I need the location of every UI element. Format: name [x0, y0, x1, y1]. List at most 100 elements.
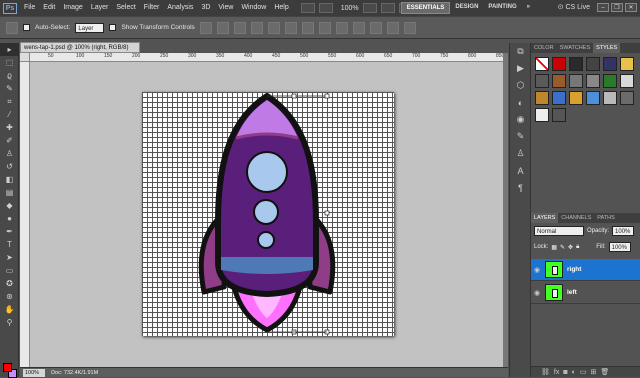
style-swatch[interactable] [535, 108, 549, 122]
cs-live-button[interactable]: ⊙ CS Live [558, 3, 590, 11]
distribute-left-icon[interactable] [352, 21, 365, 34]
menu-layer[interactable]: Layer [87, 0, 113, 16]
style-swatch[interactable] [620, 57, 634, 71]
dodge-tool-icon[interactable]: ● [0, 212, 19, 225]
style-swatch[interactable] [569, 91, 583, 105]
brush-tool-icon[interactable]: ✐ [0, 134, 19, 147]
canvas[interactable] [142, 92, 394, 336]
auto-select-checkbox[interactable] [23, 24, 30, 31]
pen-tool-icon[interactable]: ✒ [0, 225, 19, 238]
distribute-top-icon[interactable] [301, 21, 314, 34]
menu-view[interactable]: View [214, 0, 237, 16]
menu-edit[interactable]: Edit [39, 0, 59, 16]
move-tool-preset-icon[interactable] [6, 21, 18, 34]
align-center-icon[interactable] [267, 21, 280, 34]
distribute-bottom-icon[interactable] [335, 21, 348, 34]
history-panel-icon[interactable]: ⧉ [510, 43, 531, 60]
crop-tool-icon[interactable]: ⌗ [0, 95, 19, 108]
adjustment-layer-icon[interactable]: ◐ [572, 369, 576, 376]
layer-row-right[interactable]: ◉ right [531, 259, 640, 281]
menu-window[interactable]: Window [237, 0, 270, 16]
style-none[interactable] [535, 57, 549, 71]
eraser-tool-icon[interactable]: ◧ [0, 173, 19, 186]
menu-file[interactable]: File [20, 0, 39, 16]
style-swatch[interactable] [552, 74, 566, 88]
lock-all-icon[interactable]: 🔒︎ [576, 244, 579, 251]
workspace-painting[interactable]: PAINTING [483, 2, 521, 14]
blur-tool-icon[interactable]: ◆ [0, 199, 19, 212]
actions-panel-icon[interactable]: ▶ [510, 60, 531, 77]
tab-paths[interactable]: PATHS [594, 213, 618, 223]
style-swatch[interactable] [552, 91, 566, 105]
mini-bridge-icon[interactable] [318, 3, 333, 13]
menu-select[interactable]: Select [112, 0, 139, 16]
auto-align-icon[interactable] [403, 21, 416, 34]
align-middle-icon[interactable] [216, 21, 229, 34]
add-mask-icon[interactable]: ◙ [563, 369, 567, 376]
style-swatch[interactable] [586, 91, 600, 105]
zoom-level[interactable]: 100% [341, 5, 359, 12]
distribute-right-icon[interactable] [386, 21, 399, 34]
delete-layer-icon[interactable]: 🗑︎ [600, 368, 609, 376]
healing-brush-tool-icon[interactable]: ✚ [0, 121, 19, 134]
path-selection-tool-icon[interactable]: ➤ [0, 251, 19, 264]
document-tab[interactable]: wens-tap-1.psd @ 100% (right, RGB/8) [20, 42, 140, 53]
tab-layers[interactable]: LAYERS [531, 213, 559, 223]
workspace-essentials[interactable]: ESSENTIALS [400, 2, 451, 14]
style-swatch[interactable] [603, 74, 617, 88]
3d-rotate-tool-icon[interactable]: ✪ [0, 277, 19, 290]
align-bottom-icon[interactable] [233, 21, 246, 34]
distribute-center-icon[interactable] [369, 21, 382, 34]
menu-3d[interactable]: 3D [197, 0, 214, 16]
align-right-icon[interactable] [284, 21, 297, 34]
style-swatch[interactable] [569, 74, 583, 88]
eyedropper-tool-icon[interactable]: ⁄ [0, 108, 19, 121]
visibility-eye-icon[interactable]: ◉ [531, 289, 543, 297]
tab-styles[interactable]: STYLES [593, 43, 621, 53]
quick-select-tool-icon[interactable]: ✎ [0, 82, 19, 95]
distribute-middle-icon[interactable] [318, 21, 331, 34]
bridge-icon[interactable] [300, 3, 315, 13]
arrange-documents-icon[interactable] [380, 3, 395, 13]
ruler-corner[interactable] [20, 53, 30, 62]
menu-analysis[interactable]: Analysis [163, 0, 197, 16]
tab-swatches[interactable]: SWATCHES [557, 43, 594, 53]
workspace-design[interactable]: DESIGN [450, 2, 483, 14]
style-swatch[interactable] [603, 57, 617, 71]
menu-image[interactable]: Image [59, 0, 86, 16]
tab-channels[interactable]: CHANNELS [558, 213, 594, 223]
layer-row-left[interactable]: ◉ left [531, 282, 640, 304]
marquee-tool-icon[interactable]: ⬚ [0, 56, 19, 69]
blend-mode-dropdown[interactable]: Normal [534, 226, 584, 236]
new-layer-icon[interactable]: ⊞ [590, 368, 596, 376]
fill-field[interactable]: 100% [608, 242, 631, 252]
style-swatch[interactable] [586, 57, 600, 71]
style-swatch[interactable] [552, 57, 566, 71]
style-swatch[interactable] [535, 74, 549, 88]
masks-panel-icon[interactable]: ◉ [510, 111, 531, 128]
character-panel-icon[interactable]: A [510, 162, 531, 179]
menu-help[interactable]: Help [270, 0, 292, 16]
3d-orbit-tool-icon[interactable]: ⊛ [0, 290, 19, 303]
vertical-scrollbar[interactable] [503, 53, 508, 367]
style-swatch[interactable] [603, 91, 617, 105]
close-icon[interactable]: ✕ [625, 3, 637, 12]
gradient-tool-icon[interactable]: ▤ [0, 186, 19, 199]
lasso-tool-icon[interactable]: ϱ [0, 69, 19, 82]
style-swatch[interactable] [620, 74, 634, 88]
new-group-icon[interactable]: ▭ [580, 368, 587, 376]
auto-select-dropdown[interactable]: Layer [75, 22, 105, 33]
align-left-icon[interactable] [250, 21, 263, 34]
link-layers-icon[interactable]: ⛓ [541, 368, 550, 376]
show-transform-checkbox[interactable] [109, 24, 117, 31]
horizontal-ruler[interactable]: 50 100 150 200 250 300 350 400 450 500 550 600 650 70… [30, 53, 508, 62]
style-swatch[interactable] [586, 74, 600, 88]
style-swatch[interactable] [552, 108, 566, 122]
type-tool-icon[interactable]: T [0, 238, 19, 251]
zoom-tool-icon[interactable]: ⚲ [0, 316, 19, 329]
history-brush-tool-icon[interactable]: ↺ [0, 160, 19, 173]
restore-icon[interactable]: ❐ [611, 3, 623, 12]
status-zoom-field[interactable]: 100% [23, 368, 46, 377]
menu-filter[interactable]: Filter [140, 0, 164, 16]
align-top-icon[interactable] [199, 21, 212, 34]
